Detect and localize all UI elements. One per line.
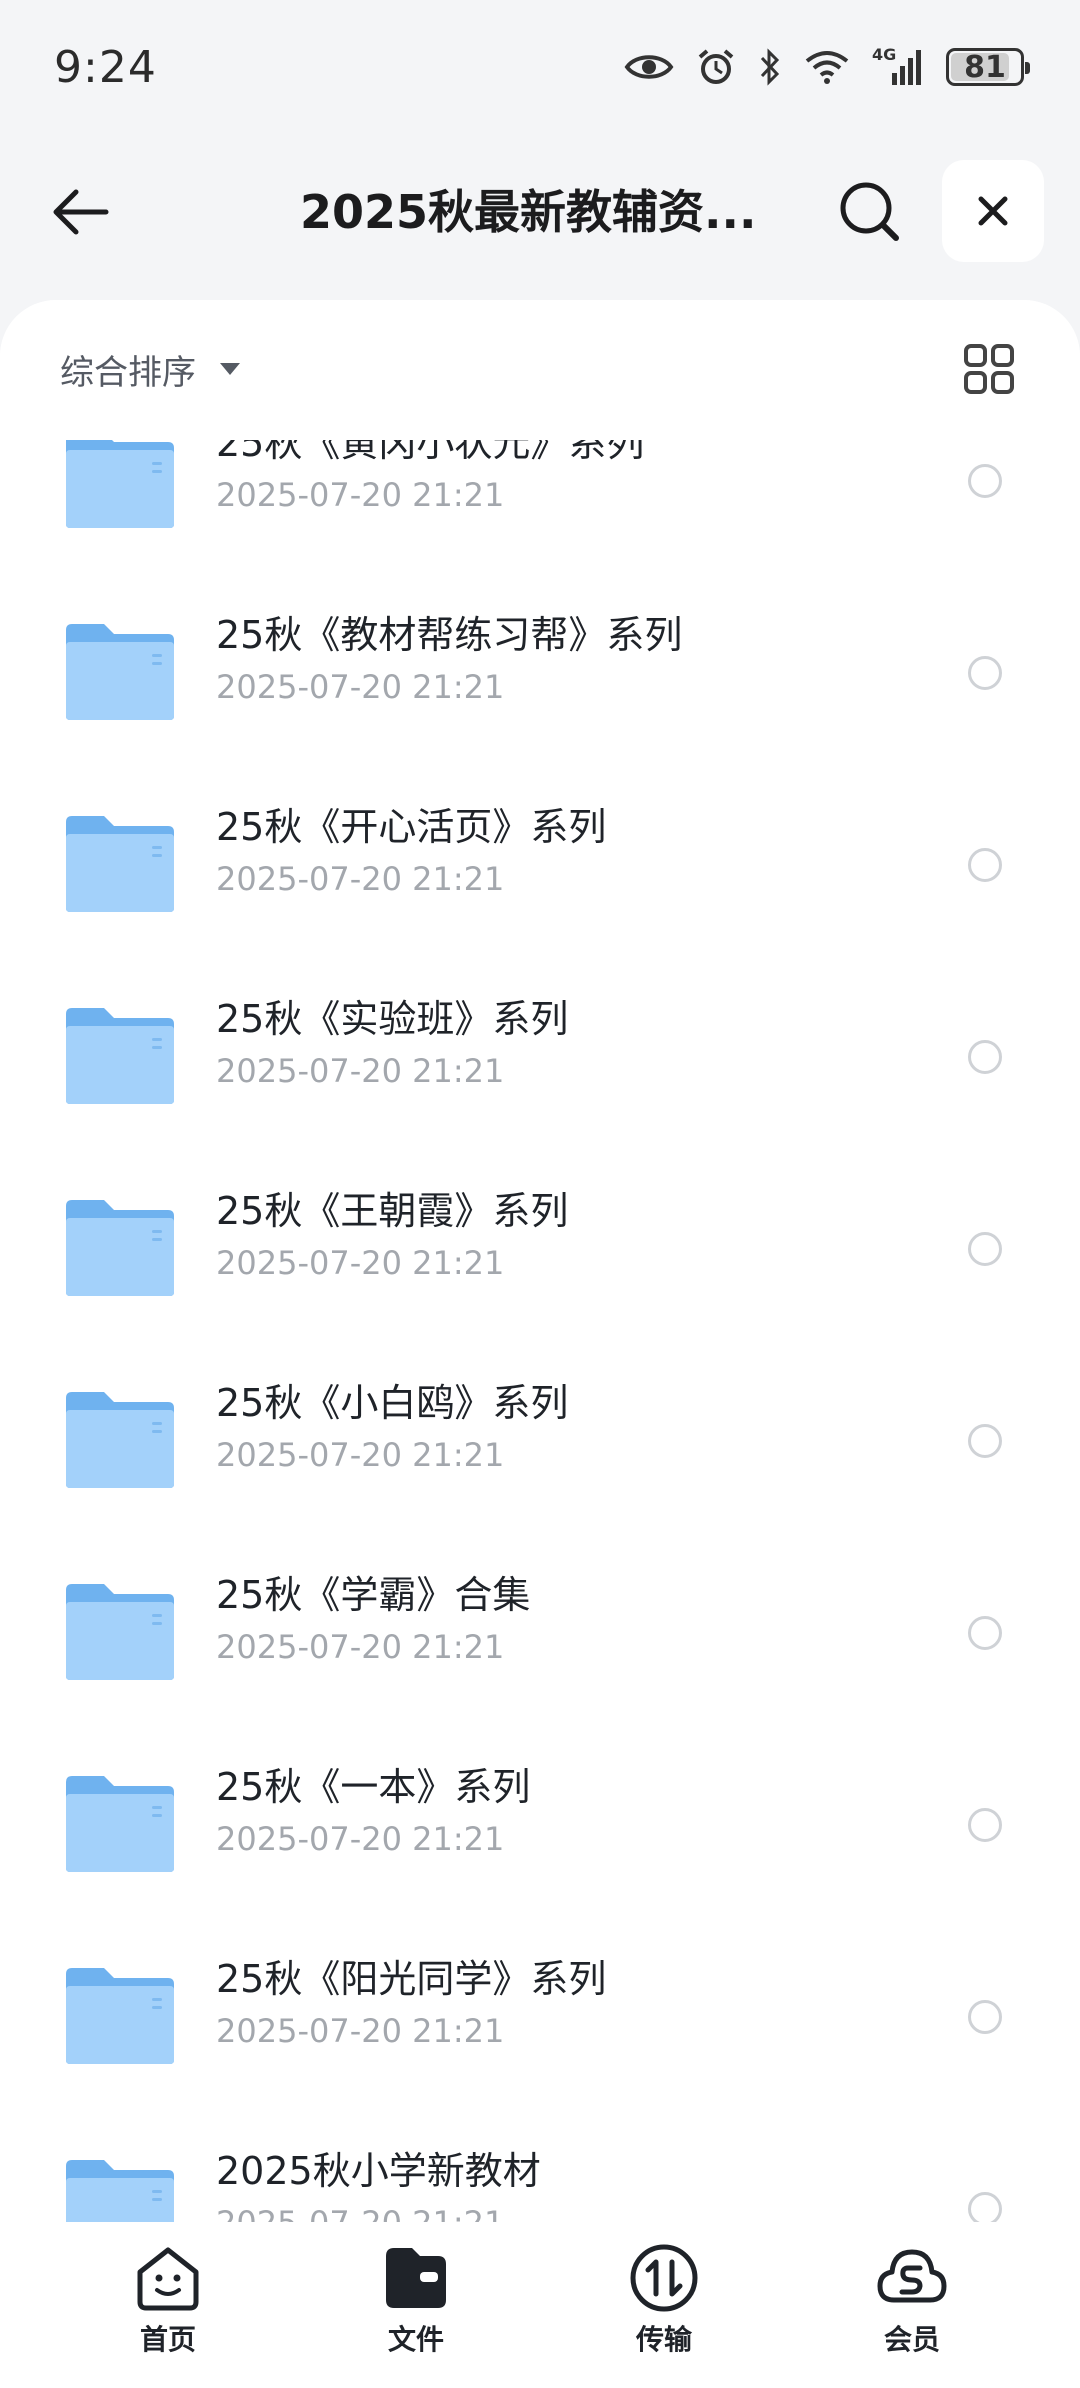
sort-label: 综合排序 — [60, 352, 196, 393]
nav-transfer[interactable]: 传输 — [584, 2242, 744, 2362]
select-radio[interactable] — [968, 1808, 1002, 1842]
header: 2025秋最新教辅资... — [0, 158, 1080, 262]
folder-icon — [64, 1390, 176, 1490]
wifi-icon — [805, 51, 849, 84]
file-name: 25秋《开心活页》系列 — [216, 805, 607, 849]
file-list-panel: 综合排序 25秋《黄冈小状元》系列 2025-07-20 21:21 25秋《教材帮… — [0, 300, 1080, 2222]
file-name: 25秋《学霸》合集 — [216, 1573, 531, 1617]
battery-indicator: 81 — [946, 48, 1030, 86]
folder-icon — [64, 622, 176, 722]
select-radio[interactable] — [968, 2192, 1002, 2222]
eye-icon — [624, 55, 674, 79]
wallet-files-icon — [386, 2248, 446, 2308]
file-name: 25秋《王朝霞》系列 — [216, 1189, 569, 1233]
file-date: 2025-07-20 21:21 — [216, 1436, 505, 1474]
file-row[interactable]: 25秋《开心活页》系列 2025-07-20 21:21 — [0, 784, 1080, 976]
folder-icon — [64, 1582, 176, 1682]
file-row[interactable]: 25秋《教材帮练习帮》系列 2025-07-20 21:21 — [0, 592, 1080, 784]
file-row[interactable]: 25秋《一本》系列 2025-07-20 21:21 — [0, 1744, 1080, 1936]
folder-icon — [64, 1774, 176, 1874]
status-bar: 9:24 4G 81 — [0, 0, 1080, 134]
status-icons: 4G 81 — [624, 45, 1030, 87]
file-name: 25秋《实验班》系列 — [216, 997, 569, 1041]
file-list: 25秋《黄冈小状元》系列 2025-07-20 21:21 25秋《教材帮练习帮》系… — [0, 400, 1080, 2222]
file-row[interactable]: 25秋《实验班》系列 2025-07-20 21:21 — [0, 976, 1080, 1168]
file-name: 25秋《一本》系列 — [216, 1765, 531, 1809]
close-button[interactable] — [942, 160, 1044, 262]
nav-files-label: 文件 — [387, 2323, 444, 2356]
file-row[interactable]: 25秋《学霸》合集 2025-07-20 21:21 — [0, 1552, 1080, 1744]
folder-icon — [64, 430, 176, 530]
file-name: 25秋《阳光同学》系列 — [216, 1957, 607, 2001]
file-name: 25秋《小白鸥》系列 — [216, 1381, 569, 1425]
home-smile-icon — [137, 2247, 199, 2311]
nav-home[interactable]: 首页 — [88, 2242, 248, 2362]
file-date: 2025-07-20 21:21 — [216, 1820, 505, 1858]
select-radio[interactable] — [968, 1424, 1002, 1458]
battery-level: 81 — [964, 49, 1006, 85]
select-radio[interactable] — [968, 464, 1002, 498]
signal-bars-icon — [892, 50, 921, 85]
vip-cloud-icon — [877, 2249, 947, 2303]
file-row[interactable]: 25秋《小白鸥》系列 2025-07-20 21:21 — [0, 1360, 1080, 1552]
select-radio[interactable] — [968, 2000, 1002, 2034]
select-radio[interactable] — [968, 1232, 1002, 1266]
select-radio[interactable] — [968, 656, 1002, 690]
nav-vip-label: 会员 — [883, 2323, 940, 2356]
file-date: 2025-07-20 21:21 — [216, 1244, 505, 1282]
cellular-signal: 4G — [872, 45, 924, 87]
file-row[interactable]: 2025秋小学新教材 2025-07-20 21:21 — [0, 2128, 1080, 2222]
nav-vip[interactable]: 会员 — [832, 2242, 992, 2362]
file-row[interactable]: 25秋《王朝霞》系列 2025-07-20 21:21 — [0, 1168, 1080, 1360]
select-radio[interactable] — [968, 1616, 1002, 1650]
file-date: 2025-07-20 21:21 — [216, 860, 505, 898]
search-icon[interactable] — [836, 178, 904, 246]
file-date: 2025-07-20 21:21 — [216, 2012, 505, 2050]
nav-files[interactable]: 文件 — [336, 2242, 496, 2362]
transfer-icon — [630, 2244, 698, 2312]
folder-icon — [64, 1966, 176, 2066]
folder-icon — [64, 814, 176, 914]
select-radio[interactable] — [968, 848, 1002, 882]
list-toolbar: 综合排序 — [0, 300, 1080, 440]
select-radio[interactable] — [968, 1040, 1002, 1074]
file-row[interactable]: 25秋《阳光同学》系列 2025-07-20 21:21 — [0, 1936, 1080, 2128]
back-arrow-icon[interactable] — [48, 180, 112, 244]
file-name: 2025秋小学新教材 — [216, 2149, 541, 2193]
file-date: 2025-07-20 21:21 — [216, 476, 505, 514]
nav-transfer-label: 传输 — [635, 2323, 692, 2356]
bottom-navigation: 首页 文件 传输 会员 — [0, 2222, 1080, 2388]
file-date: 2025-07-20 21:21 — [216, 1052, 505, 1090]
file-date: 2025-07-20 21:21 — [216, 668, 505, 706]
caret-down-icon — [220, 363, 240, 375]
file-name: 25秋《教材帮练习帮》系列 — [216, 613, 683, 657]
folder-icon — [64, 1006, 176, 1106]
folder-icon — [64, 1198, 176, 1298]
alarm-icon — [698, 49, 734, 84]
sort-dropdown[interactable]: 综合排序 — [60, 344, 240, 394]
nav-home-label: 首页 — [139, 2323, 196, 2356]
status-time: 9:24 — [54, 41, 157, 93]
folder-icon — [64, 2158, 176, 2222]
file-date: 2025-07-20 21:21 — [216, 2204, 504, 2222]
page-title: 2025秋最新教辅资... — [300, 185, 757, 239]
grid-view-icon[interactable] — [962, 342, 1016, 396]
bluetooth-icon — [760, 48, 780, 86]
file-date: 2025-07-20 21:21 — [216, 1628, 505, 1666]
close-icon — [978, 196, 1008, 226]
